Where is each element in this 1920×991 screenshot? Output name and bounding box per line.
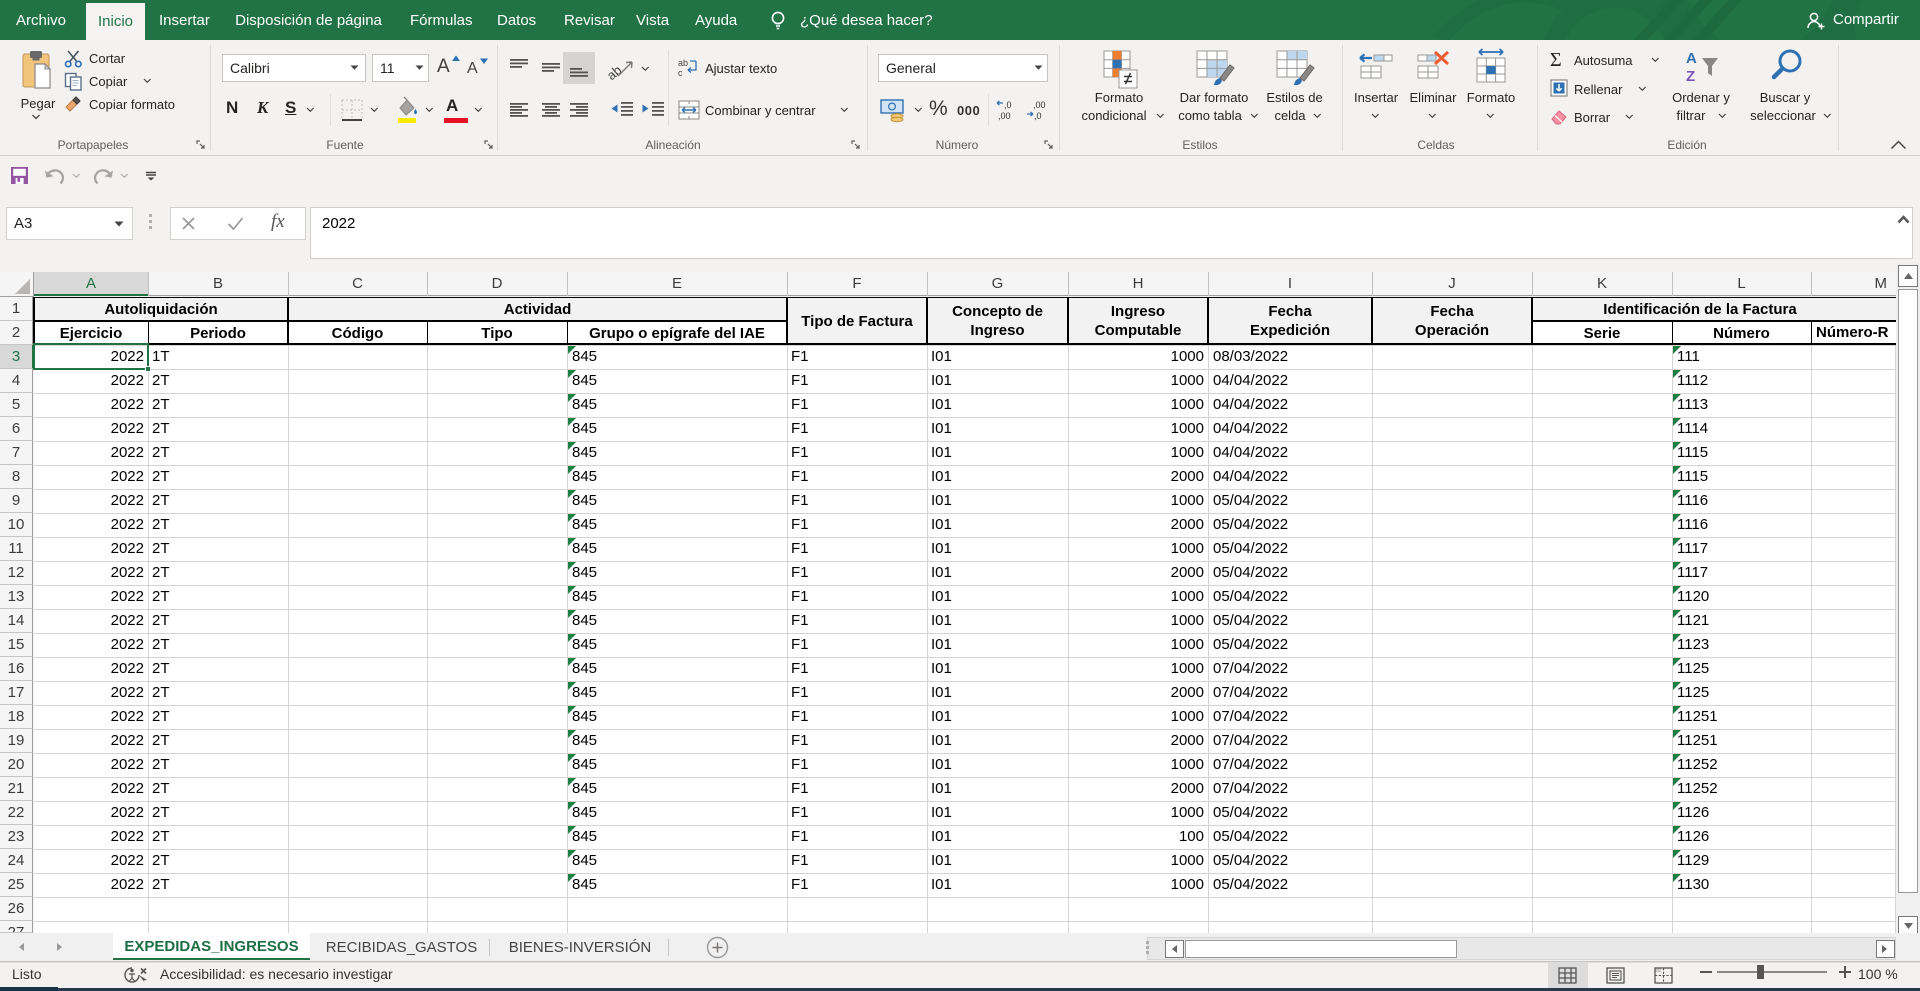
svg-text:,00: ,00	[1033, 100, 1046, 110]
svg-text:,00: ,00	[998, 111, 1011, 121]
svg-text:Z: Z	[1686, 68, 1695, 85]
svg-text:ab: ab	[678, 58, 688, 68]
svg-text:A: A	[1686, 50, 1697, 67]
svg-text:,0: ,0	[1034, 111, 1042, 121]
svg-text:,0: ,0	[1004, 100, 1012, 110]
svg-text:c: c	[678, 68, 683, 78]
